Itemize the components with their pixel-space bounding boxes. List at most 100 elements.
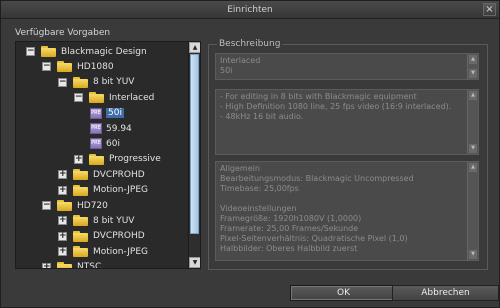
- tree-scrollbar[interactable]: ▲ ▼: [188, 42, 200, 268]
- scroll-down-icon[interactable]: ▼: [189, 257, 200, 268]
- tree-item-label: NTSC: [77, 262, 102, 268]
- scroll-up-icon[interactable]: ▲: [469, 91, 477, 100]
- collapse-icon[interactable]: −: [42, 201, 51, 210]
- tree-item-label: DVCPROHD: [93, 169, 145, 180]
- preset-info-text: - For editing in 8 bits with Blackmagic …: [220, 92, 474, 122]
- tree-folder-item[interactable]: + DVCPROHD: [58, 167, 145, 182]
- tree-folder-item[interactable]: + Motion-JPEG: [58, 183, 148, 198]
- tree-folder-item[interactable]: − HD720: [42, 198, 108, 213]
- tree-folder-item[interactable]: + NTSC: [42, 260, 101, 268]
- collapse-icon[interactable]: −: [58, 77, 67, 87]
- folder-icon: [73, 246, 88, 258]
- expand-icon[interactable]: +: [58, 170, 67, 180]
- expand-icon[interactable]: +: [58, 247, 67, 257]
- presets-label: Verfügbare Vorgaben: [15, 28, 111, 38]
- collapse-icon[interactable]: −: [42, 62, 51, 72]
- tree-item-label: Interlaced: [109, 92, 155, 103]
- preset-details-text: Allgemein Bearbeitungsmodus: Blackmagic U…: [220, 164, 474, 254]
- folder-icon: [41, 46, 56, 57]
- scroll-up-icon[interactable]: ▲: [469, 163, 477, 172]
- folder-icon: [73, 184, 88, 196]
- details-field-scrollbar[interactable]: ▲ ▼: [467, 162, 478, 260]
- tree-item-label: 8 bit YUV: [93, 215, 135, 226]
- preset-file-icon: PRE: [90, 138, 102, 150]
- tree-preset-item[interactable]: PRE 50i: [90, 106, 124, 121]
- presets-tree[interactable]: − Blackmagic Design − HD1080−8 bit YUV − Inte…: [15, 41, 201, 269]
- text-line: Pixel-Seitenverhältnis: Quadratische Pix…: [220, 234, 408, 243]
- tree-folder-item[interactable]: + Motion-JPEG: [58, 244, 148, 259]
- tree-item-label: 50i: [106, 108, 124, 119]
- tree-folder-item[interactable]: + DVCPROHD: [58, 229, 145, 244]
- scroll-down-icon[interactable]: ▼: [469, 69, 477, 78]
- text-line: Framegröße: 1920h1080V (1,0000): [220, 214, 362, 223]
- tree-item-label: Motion-JPEG: [93, 185, 149, 196]
- tree-item-label: 60i: [106, 138, 120, 149]
- window-title: Einrichten: [227, 5, 273, 15]
- tree-item-label: HD1080: [77, 61, 114, 72]
- info-field-scrollbar[interactable]: ▲ ▼: [467, 90, 478, 154]
- preset-info-field[interactable]: - For editing in 8 bits with Blackmagic …: [215, 89, 479, 155]
- tree-content: − Blackmagic Design − HD1080−8 bit YUV − Inte…: [16, 42, 188, 268]
- tree-item-label: Motion-JPEG: [93, 246, 149, 257]
- description-label: Beschreibung: [217, 39, 283, 49]
- folder-icon: [73, 169, 88, 181]
- text-line: Allgemein: [220, 164, 260, 173]
- tree-preset-item[interactable]: PRE 60i: [90, 136, 120, 151]
- tree-preset-item[interactable]: PRE 59.94: [90, 121, 132, 136]
- text-line: - High Definition 1080 line, 25 fps vide…: [220, 102, 452, 111]
- scroll-down-icon[interactable]: ▼: [469, 144, 477, 153]
- scrollbar-thumb[interactable]: [190, 54, 199, 234]
- preset-name-text: Interlaced 50i: [220, 56, 474, 76]
- text-line: Videoeinstellungen: [220, 204, 297, 213]
- tree-folder-item[interactable]: − HD1080: [42, 59, 114, 74]
- folder-icon: [73, 230, 88, 242]
- text-line: [220, 194, 474, 204]
- tree-item-label: Blackmagic Design: [61, 46, 147, 57]
- ok-button[interactable]: OK: [290, 285, 397, 301]
- tree-item-label: DVCPROHD: [93, 231, 145, 242]
- collapse-icon[interactable]: −: [74, 93, 83, 103]
- folder-icon: [57, 261, 72, 268]
- text-line: - For editing in 8 bits with Blackmagic …: [220, 92, 417, 101]
- text-line: 50i: [220, 66, 233, 75]
- preset-file-icon: PRE: [90, 107, 102, 119]
- preset-file-icon: PRE: [90, 123, 102, 134]
- tree-item-label: Progressive: [109, 154, 161, 165]
- folder-icon: [57, 200, 72, 211]
- tree-item-label: 59.94: [106, 123, 132, 134]
- folder-icon: [73, 215, 88, 227]
- dialog-window: Einrichten × Verfügbare Vorgaben − Blackm…: [0, 0, 500, 308]
- expand-icon[interactable]: +: [74, 154, 83, 164]
- text-line: - 48kHz 16 bit audio.: [220, 112, 304, 121]
- expand-icon[interactable]: +: [42, 262, 51, 268]
- scroll-up-icon[interactable]: ▲: [469, 55, 477, 64]
- expand-icon[interactable]: +: [58, 216, 67, 226]
- tree-item-label: 8 bit YUV: [93, 77, 135, 88]
- tree-item-label: HD720: [77, 200, 108, 211]
- text-line: Timebase: 25,00fps: [220, 184, 299, 193]
- folder-icon: [57, 61, 72, 73]
- name-field-scrollbar[interactable]: ▲ ▼: [467, 54, 478, 79]
- folder-icon: [89, 92, 104, 104]
- tree-folder-item[interactable]: − Interlaced: [74, 90, 154, 105]
- tree-folder-item[interactable]: − 8 bit YUV: [58, 75, 134, 90]
- folder-icon: [89, 153, 104, 165]
- title-bar[interactable]: Einrichten ×: [1, 1, 499, 19]
- preset-name-field[interactable]: Interlaced 50i ▲ ▼: [215, 53, 479, 80]
- collapse-icon[interactable]: −: [26, 47, 35, 56]
- expand-icon[interactable]: +: [58, 185, 67, 195]
- tree-folder-item[interactable]: − Blackmagic Design: [26, 44, 147, 59]
- tree-folder-item[interactable]: + Progressive: [74, 152, 161, 167]
- scroll-down-icon[interactable]: ▼: [469, 250, 477, 259]
- text-line: Bearbeitungsmodus: Blackmagic Uncompress…: [220, 174, 414, 183]
- text-line: Framerate: 25,00 Frames/Sekunde: [220, 224, 359, 233]
- scroll-up-icon[interactable]: ▲: [189, 42, 200, 53]
- folder-icon: [73, 76, 88, 88]
- cancel-button[interactable]: Abbrechen: [392, 285, 499, 301]
- tree-folder-item[interactable]: +8 bit YUV: [58, 213, 134, 228]
- text-line: Interlaced: [220, 56, 261, 65]
- close-icon[interactable]: ×: [483, 3, 496, 16]
- text-line: Halbbilder: Oberes Halbbild zuerst: [220, 244, 358, 253]
- preset-details-field[interactable]: Allgemein Bearbeitungsmodus: Blackmagic U…: [215, 161, 479, 261]
- expand-icon[interactable]: +: [58, 231, 67, 241]
